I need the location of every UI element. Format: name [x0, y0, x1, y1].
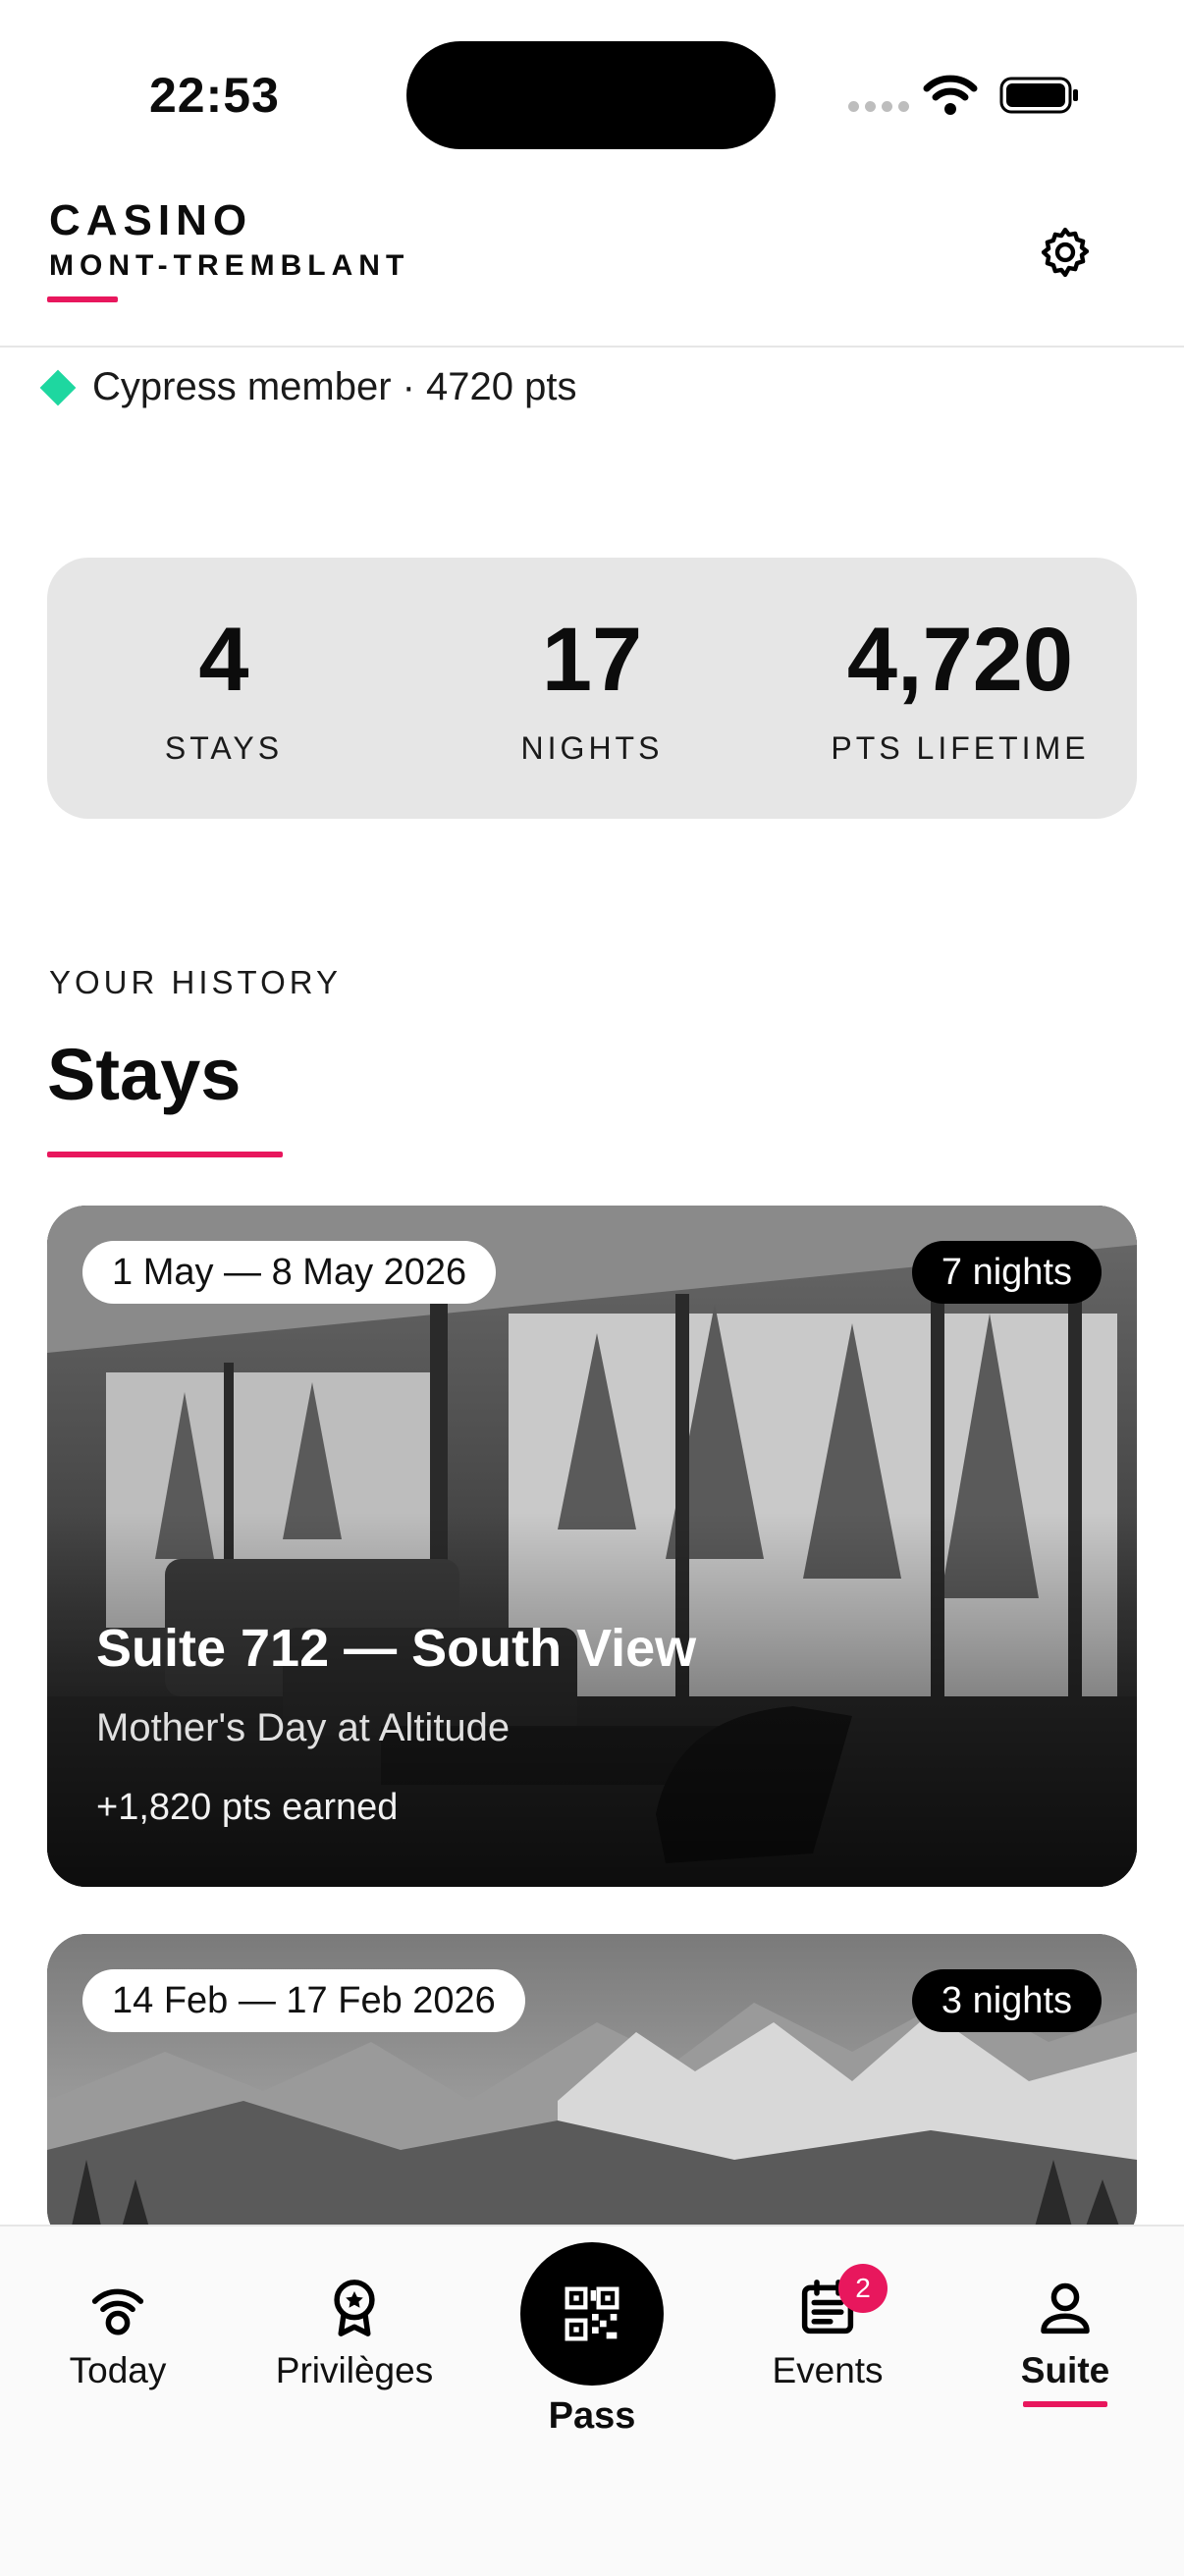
stay-card[interactable]: 14 Feb — 17 Feb 2026 3 nights: [47, 1934, 1137, 2248]
stay-card[interactable]: 1 May — 8 May 2026 7 nights Suite 712 — …: [47, 1206, 1137, 1887]
membership-status: Cypress member · 4720 pts: [39, 365, 577, 409]
battery-icon: [999, 77, 1078, 114]
gear-icon[interactable]: [1037, 224, 1094, 281]
qr-code-icon: [565, 2286, 619, 2341]
tab-privileges[interactable]: Privilèges: [246, 2276, 462, 2391]
stat-label: STAYS: [164, 730, 284, 766]
dynamic-island: [406, 41, 776, 149]
stat-nights: 17 NIGHTS: [445, 615, 739, 767]
stay-nights: 7 nights: [911, 1241, 1102, 1304]
stats-card: 4 STAYS 17 NIGHTS 4,720 PTS LIFETIME: [47, 558, 1137, 819]
active-tab-indicator: [1023, 2401, 1107, 2407]
brand-location: MONT-TREMBLANT: [49, 249, 410, 282]
stat-label: NIGHTS: [520, 730, 664, 766]
section-title: Stays: [47, 1034, 242, 1115]
suite-interior-photo: [47, 1206, 1137, 1887]
cellular-signal-icon: [848, 101, 909, 112]
stay-nights: 3 nights: [911, 1969, 1102, 2032]
stat-label: PTS LIFETIME: [831, 730, 1090, 766]
tab-suite[interactable]: Suite: [957, 2276, 1173, 2407]
brand-name: CASINO: [49, 196, 253, 244]
tier-diamond-icon: [39, 369, 77, 405]
stay-points: +1,820 pts earned: [96, 1787, 399, 1828]
brand-underline: [47, 296, 118, 302]
tab-label: Suite: [1020, 2350, 1110, 2390]
person-icon: [1041, 2282, 1090, 2334]
pass-button[interactable]: [520, 2242, 664, 2386]
tab-label: Events: [772, 2350, 884, 2390]
stat-value: 4,720: [846, 610, 1074, 710]
title-underline: [47, 1152, 283, 1157]
wifi-ring-icon: [91, 2288, 144, 2335]
award-star-icon: [334, 2280, 375, 2336]
section-eyebrow: YOUR HISTORY: [49, 964, 342, 1000]
stat-value: 4: [198, 610, 249, 710]
stay-subtitle: Mother's Day at Altitude: [96, 1706, 511, 1749]
membership-text: Cypress member · 4720 pts: [92, 365, 577, 408]
pass-label: Pass: [548, 2395, 636, 2437]
wifi-icon: [923, 75, 978, 115]
tab-today[interactable]: Today: [10, 2276, 226, 2391]
stay-dates: 14 Feb — 17 Feb 2026: [82, 1969, 525, 2032]
status-time: 22:53: [149, 68, 280, 123]
tab-label: Privilèges: [275, 2350, 434, 2390]
stat-value: 17: [541, 610, 643, 710]
stay-title: Suite 712 — South View: [96, 1619, 697, 1678]
tab-events[interactable]: Events: [720, 2276, 936, 2391]
stat-stays: 4 STAYS: [77, 615, 371, 767]
stat-points: 4,720 PTS LIFETIME: [803, 615, 1117, 767]
events-badge: 2: [838, 2264, 888, 2313]
tab-label: Today: [69, 2350, 167, 2390]
stay-dates: 1 May — 8 May 2026: [82, 1241, 497, 1304]
header-divider: [0, 346, 1184, 348]
